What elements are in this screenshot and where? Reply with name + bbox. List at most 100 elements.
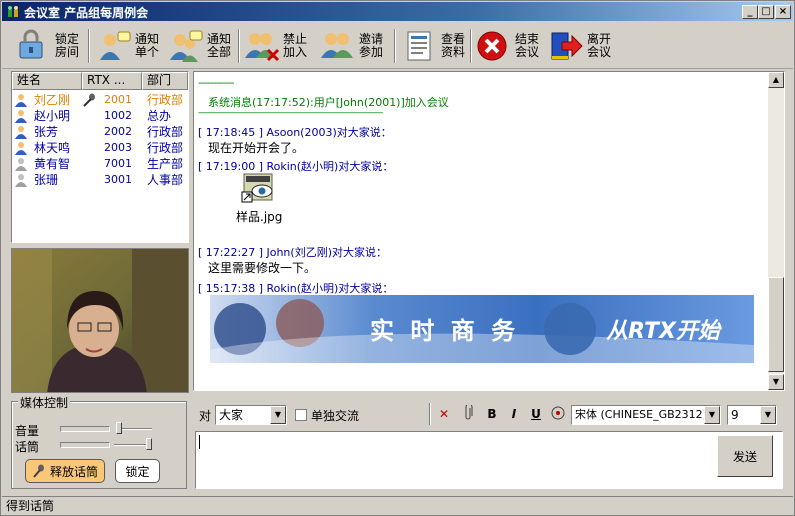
separator-dashes: ------------ xyxy=(198,76,235,89)
recipient-select[interactable]: 大家 ▼ xyxy=(215,405,287,425)
end-meeting-button[interactable]: 结束 会议 xyxy=(476,26,542,66)
release-mic-label: 释放话筒 xyxy=(49,464,98,479)
font-size-select[interactable]: 9 ▼ xyxy=(727,405,777,425)
file-attachment[interactable]: 样品.jpg xyxy=(234,172,294,224)
member-name: 黄有智 xyxy=(34,157,71,171)
member-row[interactable]: 黄有智 7001 生产部 xyxy=(12,156,188,172)
member-row[interactable]: 林天鸣 2003 行政部 xyxy=(12,140,188,156)
member-row[interactable]: 赵小明 1002 总办 xyxy=(12,108,188,124)
send-button[interactable]: 发送 xyxy=(717,435,773,477)
attach-icon[interactable] xyxy=(459,403,477,423)
member-dept: 行政部 xyxy=(147,93,184,107)
member-row[interactable]: 张芳 2002 行政部 xyxy=(12,124,188,140)
leave-meeting-button[interactable]: 离开 会议 xyxy=(548,26,614,66)
rtx-banner-image: 实 时 商 务 从RTX开始 xyxy=(210,295,754,363)
lock-room-button[interactable]: 锁定 房间 xyxy=(16,26,82,66)
member-list[interactable]: 姓名 RTX ... 部门 刘乙刚 2001 行政部 赵小明 1002 总办 张芳 2002 行… xyxy=(11,71,189,243)
column-name[interactable]: 姓名 xyxy=(12,72,82,90)
meeting-window: 会议室 产品组每周例会 _ □ × 锁定 房间 通知 单个 通知 全部 禁止 加… xyxy=(0,0,795,516)
volume-slider-thumb[interactable] xyxy=(116,422,122,434)
window-title: 会议室 产品组每周例会 xyxy=(24,6,149,20)
mic-label: 话筒 xyxy=(15,440,40,454)
column-rtx[interactable]: RTX ... xyxy=(82,72,142,90)
member-name: 赵小明 xyxy=(34,109,71,123)
release-mic-button[interactable]: 释放话筒 xyxy=(25,459,105,483)
chat-scrollbar[interactable]: ▲ ▼ xyxy=(768,72,784,390)
chevron-down-icon[interactable]: ▼ xyxy=(270,406,286,424)
member-row[interactable]: 张珊 3001 人事部 xyxy=(12,172,188,188)
user-icon xyxy=(15,110,27,123)
chat-log[interactable]: ------------ 系统消息(17:17:52):用户[John(2001… xyxy=(193,71,785,391)
maximize-button[interactable]: □ xyxy=(758,5,774,19)
message-sender: John(刘乙刚)对大家说： xyxy=(266,246,387,259)
compose-toolbar: 对 大家 ▼ 单独交流 ✕ B I U 宋体 (CHINESE_GB2312) … xyxy=(193,401,785,427)
message-input[interactable] xyxy=(195,431,783,489)
private-checkbox[interactable] xyxy=(295,409,307,421)
title-bar[interactable]: 会议室 产品组每周例会 _ □ × xyxy=(2,2,793,21)
volume-track xyxy=(60,426,110,432)
invite-button[interactable]: 邀请 参加 xyxy=(320,26,386,66)
color-picker-icon[interactable] xyxy=(549,405,567,423)
mic-slider-thumb[interactable] xyxy=(146,438,152,450)
forbid-join-label: 禁止 加入 xyxy=(282,32,307,59)
message-sender: Rokin(赵小明)对大家说： xyxy=(266,282,394,295)
notify-all-button[interactable]: 通知 全部 xyxy=(168,26,234,66)
message-header: [ 17:19:00 ] Rokin(赵小明)对大家说： xyxy=(198,158,393,174)
user-icon xyxy=(15,142,27,155)
close-button[interactable]: × xyxy=(775,5,791,19)
recipient-value: 大家 xyxy=(219,408,244,422)
notify-one-button[interactable]: 通知 单个 xyxy=(96,26,162,66)
message-text: 这里需要修改一下。 xyxy=(208,261,317,275)
private-label: 单独交流 xyxy=(311,409,360,423)
bold-icon[interactable]: B xyxy=(483,405,501,423)
status-bar: 得到话筒 xyxy=(2,496,793,515)
member-row[interactable]: 刘乙刚 2001 行政部 xyxy=(12,92,188,108)
member-name: 刘乙刚 xyxy=(34,93,71,107)
minimize-button[interactable]: _ xyxy=(742,5,758,19)
member-rtx: 3001 xyxy=(104,173,132,186)
chevron-down-icon[interactable]: ▼ xyxy=(704,406,720,424)
column-dept[interactable]: 部门 xyxy=(142,72,188,90)
user-icon xyxy=(15,174,27,187)
volume-label: 音量 xyxy=(15,424,40,438)
lock-mic-button[interactable]: 锁定 xyxy=(115,459,160,483)
invite-icon xyxy=(321,33,353,58)
message-time: [ 15:17:38 ] xyxy=(198,282,263,295)
member-rtx: 2001 xyxy=(104,93,132,106)
view-info-button[interactable]: 查看 资料 xyxy=(402,26,468,66)
member-rtx: 7001 xyxy=(104,157,132,170)
microphone-icon xyxy=(83,93,95,107)
member-dept: 人事部 xyxy=(147,173,184,187)
member-list-header: 姓名 RTX ... 部门 xyxy=(12,72,188,90)
member-dept: 行政部 xyxy=(147,141,184,155)
to-label: 对 xyxy=(199,409,212,423)
member-dept: 行政部 xyxy=(147,125,184,139)
message-text: 现在开始开会了。 xyxy=(208,141,305,155)
scroll-down-button[interactable]: ▼ xyxy=(768,374,784,390)
message-header: [ 15:17:38 ] Rokin(赵小明)对大家说： xyxy=(198,280,393,296)
video-preview xyxy=(11,248,189,393)
font-value: 宋体 (CHINESE_GB2312) xyxy=(575,408,707,421)
media-control-legend: 媒体控制 xyxy=(18,394,71,411)
separator-dashes-long: ----------------------------------------… xyxy=(198,108,383,118)
scroll-up-button[interactable]: ▲ xyxy=(768,72,784,88)
microphone-icon xyxy=(33,464,44,478)
chevron-down-icon[interactable]: ▼ xyxy=(760,406,776,424)
clear-icon[interactable]: ✕ xyxy=(435,405,453,423)
people-icon xyxy=(8,6,18,17)
message-header: [ 17:18:45 ] Asoon(2003)对大家说： xyxy=(198,124,392,140)
member-rtx: 2003 xyxy=(104,141,132,154)
forbid-join-button[interactable]: 禁止 加入 xyxy=(244,26,310,66)
leave-meeting-label: 离开 会议 xyxy=(586,32,611,59)
end-meeting-label: 结束 会议 xyxy=(514,32,539,59)
italic-icon[interactable]: I xyxy=(505,405,523,423)
notify-one-label: 通知 单个 xyxy=(134,32,159,59)
end-meeting-icon xyxy=(477,31,507,61)
message-sender: Asoon(2003)对大家说： xyxy=(266,126,392,139)
message-header: [ 17:22:27 ] John(刘乙刚)对大家说： xyxy=(198,244,387,260)
scroll-thumb[interactable] xyxy=(768,277,784,372)
font-select[interactable]: 宋体 (CHINESE_GB2312) ▼ xyxy=(571,405,721,425)
toolbar: 锁定 房间 通知 单个 通知 全部 禁止 加入 邀请 参加 查看 资料 结束 会… xyxy=(2,23,793,69)
underline-icon[interactable]: U xyxy=(527,405,545,423)
member-rtx: 2002 xyxy=(104,125,132,138)
